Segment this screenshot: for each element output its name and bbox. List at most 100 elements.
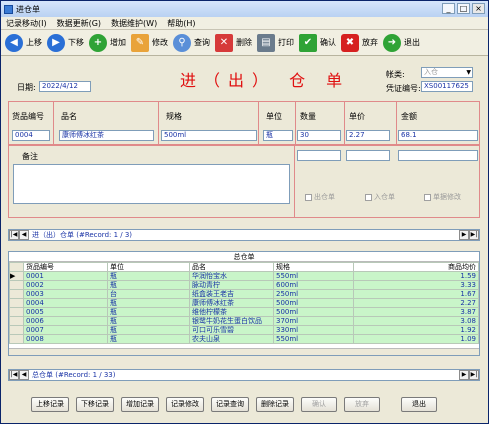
grid-col-spec[interactable]: 规格 <box>273 262 354 272</box>
nav-first-button[interactable]: |◀ <box>9 230 19 240</box>
grid-cell[interactable]: 脉动青柠 <box>189 280 274 290</box>
table-row[interactable]: 0004 瓶康师傅冰红茶 500ml 2.27 <box>9 298 479 308</box>
prev-record-button[interactable]: 上移记录 <box>31 397 69 412</box>
nav2-prev-button[interactable]: ◀ <box>19 370 29 380</box>
grid-cell[interactable]: 农夫山泉 <box>189 334 274 344</box>
table-row[interactable]: 0003 台纸盒装王老吉 250ml 1.67 <box>9 289 479 299</box>
toolbar-confirm-button[interactable]: ✔ 确认 <box>299 31 336 55</box>
toolbar-exit-button[interactable]: ➜ 退出 <box>383 31 420 55</box>
toolbar-down-button[interactable]: ▶ 下移 <box>47 31 84 55</box>
query-record-button[interactable]: 记录查询 <box>211 397 249 412</box>
menu-help[interactable]: 帮助(H) <box>167 18 195 29</box>
in-checkbox[interactable]: 入仓单 <box>365 192 395 202</box>
grid-cell[interactable]: 330ml <box>273 325 354 335</box>
nav2-first-button[interactable]: |◀ <box>9 370 19 380</box>
grid-cell[interactable]: 0005 <box>23 307 108 317</box>
toolbar-up-button[interactable]: ◀ 上移 <box>5 31 42 55</box>
close-button[interactable]: × <box>472 3 485 14</box>
grid-cell[interactable]: 3.87 <box>353 307 479 317</box>
remark-textarea[interactable] <box>13 164 290 204</box>
table-row[interactable]: 0008 瓶农夫山泉 550ml 1.09 <box>9 334 479 344</box>
toolbar-edit-button[interactable]: ✎ 修改 <box>131 31 168 55</box>
grid-cell[interactable]: 550ml <box>273 334 354 344</box>
add-record-button[interactable]: 增加记录 <box>121 397 159 412</box>
grid-cell[interactable]: 1.09 <box>353 334 479 344</box>
qty-field[interactable]: 30 <box>297 130 341 141</box>
grid-cell[interactable]: 康师傅冰红茶 <box>189 298 274 308</box>
grid-cell[interactable]: 1.59 <box>353 271 479 281</box>
cancel-button[interactable]: 放弃 <box>344 397 380 412</box>
nav-last-button[interactable]: ▶| <box>469 230 479 240</box>
grid-cell[interactable]: 维他柠檬茶 <box>189 307 274 317</box>
out-checkbox[interactable]: 出仓单 <box>305 192 335 202</box>
maximize-button[interactable]: □ <box>457 3 470 14</box>
toolbar-search-button[interactable]: ⚲ 查询 <box>173 31 210 55</box>
next-record-button[interactable]: 下移记录 <box>76 397 114 412</box>
grid-cell[interactable]: 华润怡宝水 <box>189 271 274 281</box>
grid-cell[interactable]: 瓶 <box>107 298 190 308</box>
grid-cell[interactable]: 0003 <box>23 289 108 299</box>
minimize-button[interactable]: _ <box>442 3 455 14</box>
amount-total-field[interactable] <box>398 150 478 161</box>
grid-cell[interactable]: 550ml <box>273 271 354 281</box>
menu-data-update[interactable]: 数据更新(G) <box>57 18 101 29</box>
table-row[interactable]: ▶ 0001 瓶华润怡宝水 550ml 1.59 <box>9 271 479 281</box>
grid-cell[interactable]: 0007 <box>23 325 108 335</box>
grid-cell[interactable]: 台 <box>107 289 190 299</box>
table-row[interactable]: 0002 瓶脉动青柠 600ml 3.33 <box>9 280 479 290</box>
grid-cell[interactable]: 瓶 <box>107 271 190 281</box>
code-field[interactable]: 0004 <box>12 130 50 141</box>
grid-cell[interactable]: 600ml <box>273 280 354 290</box>
grid-col-code[interactable]: 货品编号 <box>23 262 108 272</box>
toolbar-delete-button[interactable]: ✕ 删除 <box>215 31 252 55</box>
grid-cell[interactable]: 1.92 <box>353 325 479 335</box>
toolbar-print-button[interactable]: ▤ 打印 <box>257 31 294 55</box>
grid-cell[interactable]: 瓶 <box>107 307 190 317</box>
grid-cell[interactable]: 3.08 <box>353 316 479 326</box>
horizontal-scrollbar[interactable] <box>9 348 479 355</box>
nav-next-button[interactable]: ▶ <box>459 230 469 240</box>
amount-field[interactable]: 68.1 <box>398 130 478 141</box>
grid-cell[interactable]: 0002 <box>23 280 108 290</box>
date-field[interactable]: 2022/4/12 <box>39 81 91 92</box>
grid-col-unit[interactable]: 单位 <box>107 262 190 272</box>
grid-cell[interactable]: 纸盒装王老吉 <box>189 289 274 299</box>
grid-cell[interactable]: 0001 <box>23 271 108 281</box>
toolbar-add-button[interactable]: + 增加 <box>89 31 126 55</box>
nav-prev-button[interactable]: ◀ <box>19 230 29 240</box>
exit-button[interactable]: 退出 <box>401 397 437 412</box>
confirm-button[interactable]: 确认 <box>301 397 337 412</box>
toolbar-cancel-button[interactable]: ✖ 放弃 <box>341 31 378 55</box>
table-row[interactable]: 0006 瓶银鹭牛奶花生蛋白饮品 370ml 3.08 <box>9 316 479 326</box>
grid-cell[interactable]: 银鹭牛奶花生蛋白饮品 <box>189 316 274 326</box>
grid-cell[interactable]: 500ml <box>273 298 354 308</box>
menu-record-move[interactable]: 记录移动(I) <box>6 18 47 29</box>
grid-cell[interactable]: 2.27 <box>353 298 479 308</box>
grid-cell[interactable]: 瓶 <box>107 325 190 335</box>
table-row[interactable]: 0005 瓶维他柠檬茶 500ml 3.87 <box>9 307 479 317</box>
grid-cell[interactable]: 3.33 <box>353 280 479 290</box>
grid-cell[interactable]: 可口可乐雪碧 <box>189 325 274 335</box>
delete-record-button[interactable]: 删除记录 <box>256 397 294 412</box>
qty-total-field[interactable] <box>297 150 341 161</box>
unit-field[interactable]: 瓶 <box>263 130 293 141</box>
grid-cell[interactable]: 瓶 <box>107 316 190 326</box>
price-field[interactable]: 2.27 <box>346 130 390 141</box>
nav2-last-button[interactable]: ▶| <box>469 370 479 380</box>
grid-cell[interactable]: 500ml <box>273 307 354 317</box>
grid-cell[interactable]: 瓶 <box>107 334 190 344</box>
edit-checkbox[interactable]: 单据修改 <box>424 192 461 202</box>
grid-cell[interactable]: 250ml <box>273 289 354 299</box>
nav2-next-button[interactable]: ▶ <box>459 370 469 380</box>
grid-cell[interactable]: 1.67 <box>353 289 479 299</box>
table-row[interactable]: 0007 瓶可口可乐雪碧 330ml 1.92 <box>9 325 479 335</box>
grid-cell[interactable]: 0008 <box>23 334 108 344</box>
grid-cell[interactable]: 0004 <box>23 298 108 308</box>
type-select[interactable]: 入仓 ▼ <box>421 67 473 78</box>
grid-cell[interactable]: 370ml <box>273 316 354 326</box>
grid-cell[interactable]: 0006 <box>23 316 108 326</box>
grid-col-avgprice[interactable]: 商品均价 <box>353 262 479 272</box>
grid-cell[interactable]: 瓶 <box>107 280 190 290</box>
menu-data-maintain[interactable]: 数据维护(W) <box>111 18 157 29</box>
voucher-field[interactable]: XS00117625 <box>421 81 473 92</box>
